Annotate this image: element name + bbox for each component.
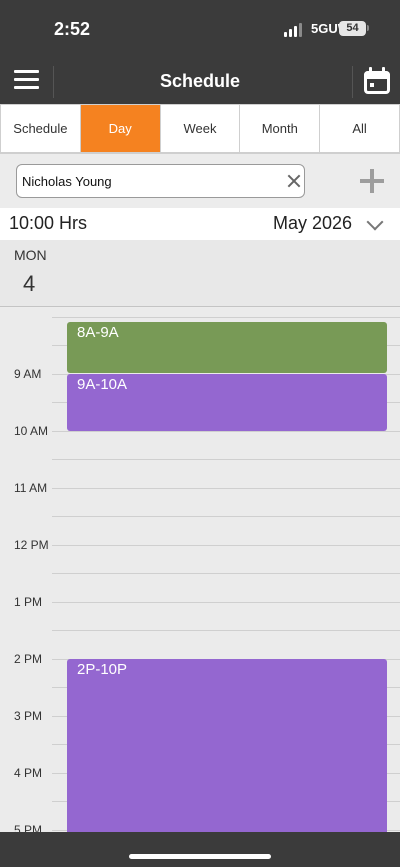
battery-icon: 54 <box>339 21 366 36</box>
tab-month[interactable]: Month <box>240 104 321 153</box>
tab-day[interactable]: Day <box>80 104 161 153</box>
shift-event-label: 9A-10A <box>77 376 128 393</box>
calendar-icon[interactable] <box>364 67 390 94</box>
status-bar: 2:52 5GUW 54 <box>0 0 400 56</box>
hour-line <box>52 317 400 318</box>
hour-line <box>52 602 400 603</box>
hour-line <box>52 516 400 517</box>
hour-label: 11 AM <box>14 481 48 495</box>
shift-event-label: 2P-10P <box>77 661 128 678</box>
hour-line <box>52 488 400 489</box>
day-number: 4 <box>23 271 36 296</box>
date-bar: 10:00 Hrs May 2026 <box>0 208 400 240</box>
hour-line <box>52 431 400 432</box>
shift-event-label: 8A-9A <box>77 324 119 341</box>
battery-tip <box>367 25 369 31</box>
employee-filter-input[interactable]: Nicholas Young <box>16 164 305 198</box>
signal-icon <box>284 23 304 37</box>
hour-label: 9 AM <box>14 367 42 381</box>
view-tabs: Schedule Day Week Month All <box>0 104 400 154</box>
tab-week[interactable]: Week <box>160 104 241 153</box>
employee-filter-value: Nicholas Young <box>22 174 112 189</box>
home-bar <box>0 832 400 867</box>
hour-label: 4 PM <box>14 766 43 780</box>
divider <box>352 66 353 98</box>
hour-label: 1 PM <box>14 595 43 609</box>
shift-event[interactable]: 2P-10P <box>67 659 387 832</box>
hour-label: 5 PM <box>14 823 43 832</box>
day-header: MON 4 <box>0 240 400 307</box>
hour-label: 2 PM <box>14 652 43 666</box>
weekday-label: MON <box>14 247 47 263</box>
shift-event[interactable]: 8A-9A <box>67 322 387 373</box>
filter-row: Nicholas Young <box>0 154 400 208</box>
chevron-down-icon[interactable] <box>366 213 384 231</box>
app-bar: Schedule <box>0 56 400 104</box>
hour-label: 12 PM <box>14 538 49 552</box>
home-indicator[interactable] <box>129 854 271 859</box>
hour-line <box>52 573 400 574</box>
page-title: Schedule <box>159 71 241 91</box>
tab-schedule[interactable]: Schedule <box>0 104 81 153</box>
status-time: 2:52 <box>54 19 91 39</box>
hour-line <box>52 459 400 460</box>
month-selector[interactable]: May 2026 <box>273 213 352 234</box>
clear-icon[interactable] <box>287 174 301 188</box>
hour-label: 3 PM <box>14 709 43 723</box>
hour-label: 10 AM <box>14 424 49 438</box>
time-grid[interactable]: 9 AM 10 AM 11 AM 12 PM 1 PM 2 PM 3 PM 4 … <box>0 308 400 832</box>
shift-event[interactable]: 9A-10A <box>67 374 387 431</box>
total-hours: 10:00 Hrs <box>9 213 88 233</box>
tab-all[interactable]: All <box>320 104 400 153</box>
hour-line <box>52 545 400 546</box>
hour-line <box>52 630 400 631</box>
add-icon[interactable] <box>360 169 384 193</box>
